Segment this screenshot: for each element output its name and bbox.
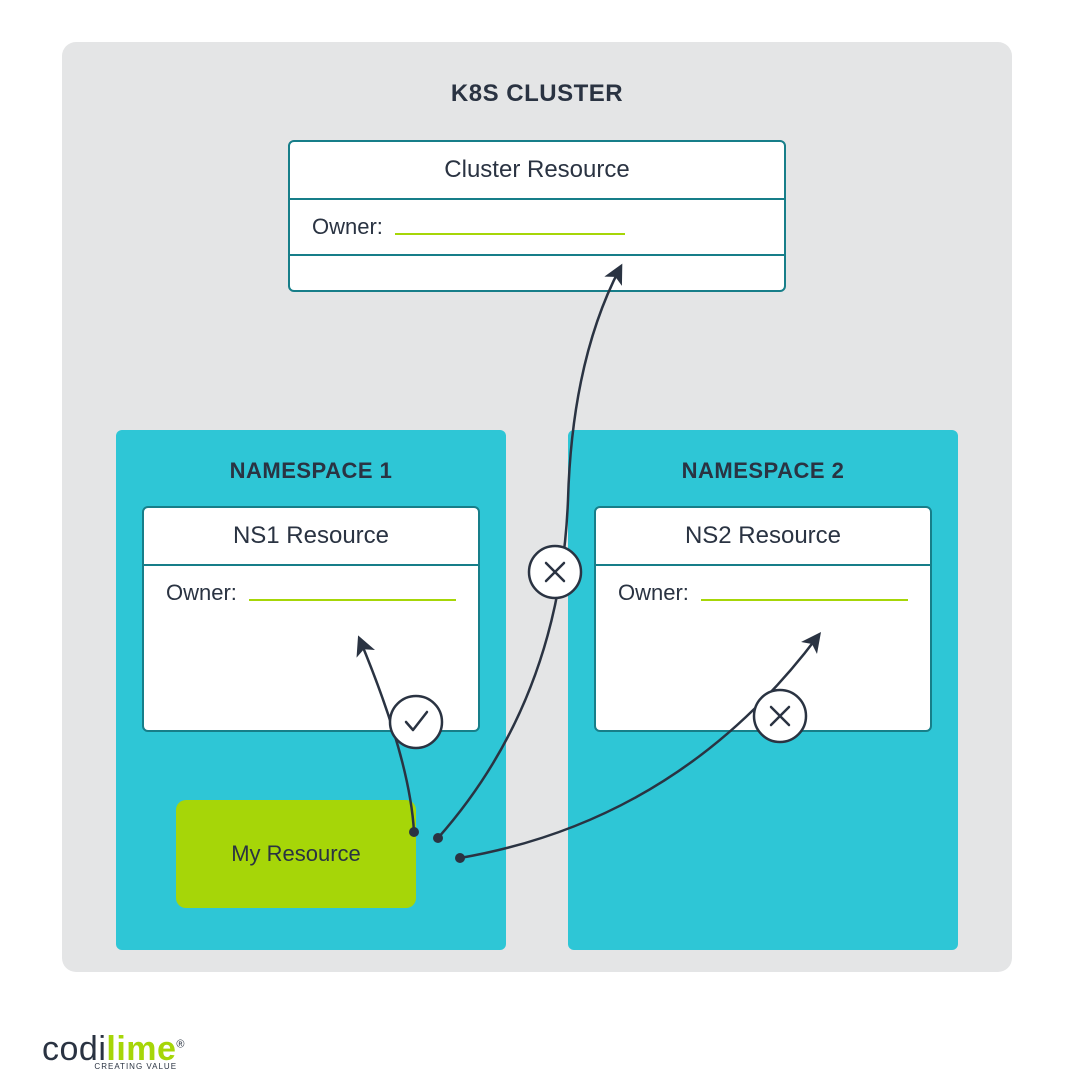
owner-underline — [701, 599, 908, 601]
my-resource: My Resource — [176, 800, 416, 908]
owner-underline — [249, 599, 456, 601]
cluster-title: K8S CLUSTER — [62, 42, 1012, 108]
cluster-resource-empty-row — [290, 254, 784, 290]
namespace-1-title: NAMESPACE 1 — [116, 430, 506, 506]
codilime-logo: codilime® CREATING VALUE — [42, 1030, 185, 1069]
owner-label: Owner: — [166, 580, 237, 606]
logo-registered: ® — [176, 1039, 185, 1051]
owner-label: Owner: — [618, 580, 689, 606]
namespace-2-title: NAMESPACE 2 — [568, 430, 958, 506]
namespace-2: NAMESPACE 2 NS2 Resource Owner: — [568, 430, 958, 950]
namespace-1: NAMESPACE 1 NS1 Resource Owner: My Resou… — [116, 430, 506, 950]
owner-label: Owner: — [312, 214, 383, 240]
ns2-resource-owner-row: Owner: — [596, 564, 930, 620]
cluster-resource-card: Cluster Resource Owner: — [288, 140, 786, 292]
ns1-resource-title: NS1 Resource — [144, 508, 478, 564]
cluster-resource-owner-row: Owner: — [290, 198, 784, 254]
ns2-resource-card: NS2 Resource Owner: — [594, 506, 932, 732]
ns1-resource-card: NS1 Resource Owner: — [142, 506, 480, 732]
owner-underline — [395, 233, 625, 235]
cluster-resource-title: Cluster Resource — [290, 142, 784, 198]
ns2-resource-title: NS2 Resource — [596, 508, 930, 564]
cluster-panel: K8S CLUSTER Cluster Resource Owner: NAME… — [62, 42, 1012, 972]
logo-tagline: CREATING VALUE — [94, 1062, 177, 1071]
my-resource-label: My Resource — [231, 841, 361, 867]
ns1-resource-owner-row: Owner: — [144, 564, 478, 620]
